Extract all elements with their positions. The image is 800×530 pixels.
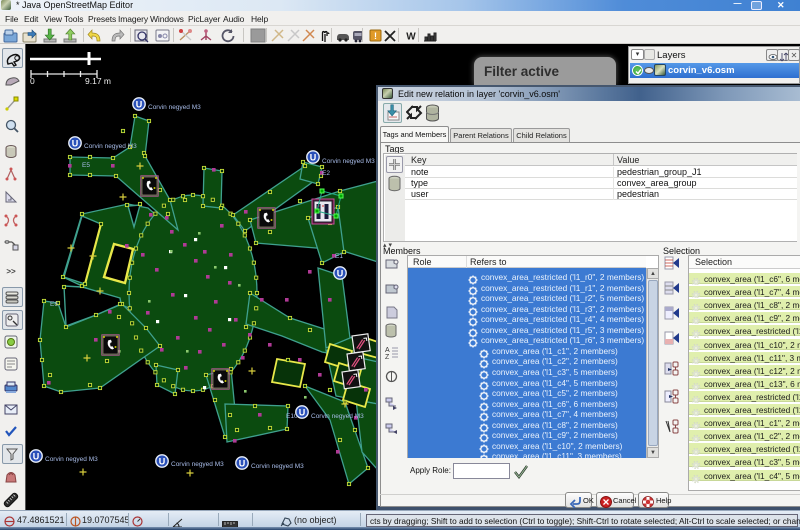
svg-text:Corvin negyed M3: Corvin negyed M3 (251, 463, 304, 470)
svg-text:U: U (159, 456, 166, 466)
svg-text:9.17 m: 9.17 m (85, 76, 111, 86)
svg-text:U: U (337, 268, 344, 278)
svg-text:Corvin negyed M3: Corvin negyed M3 (148, 104, 201, 111)
svg-text:E1: E1 (335, 253, 343, 260)
svg-text:Corvin negyed M3: Corvin negyed M3 (84, 143, 137, 150)
svg-text:U: U (72, 138, 79, 148)
svg-text:U: U (299, 407, 306, 417)
svg-text:Corvin negyed M3: Corvin negyed M3 (171, 461, 224, 468)
svg-text:Z: Z (385, 354, 390, 361)
svg-text:0: 0 (30, 76, 35, 86)
svg-text:U: U (136, 99, 143, 109)
svg-text:A: A (385, 347, 390, 354)
svg-text:E2: E2 (322, 170, 330, 177)
svg-text:E6: E6 (50, 301, 58, 308)
svg-text:E5: E5 (82, 162, 90, 169)
svg-text:Corvin negyed M3: Corvin negyed M3 (45, 456, 98, 463)
svg-text:Corvin negyed M3: Corvin negyed M3 (311, 413, 364, 420)
svg-text:U: U (33, 451, 40, 461)
svg-text:U: U (310, 152, 317, 162)
svg-text:U: U (239, 458, 246, 468)
svg-text:Corvin negyed M3: Corvin negyed M3 (322, 158, 375, 165)
svg-text:E10: E10 (286, 413, 298, 420)
